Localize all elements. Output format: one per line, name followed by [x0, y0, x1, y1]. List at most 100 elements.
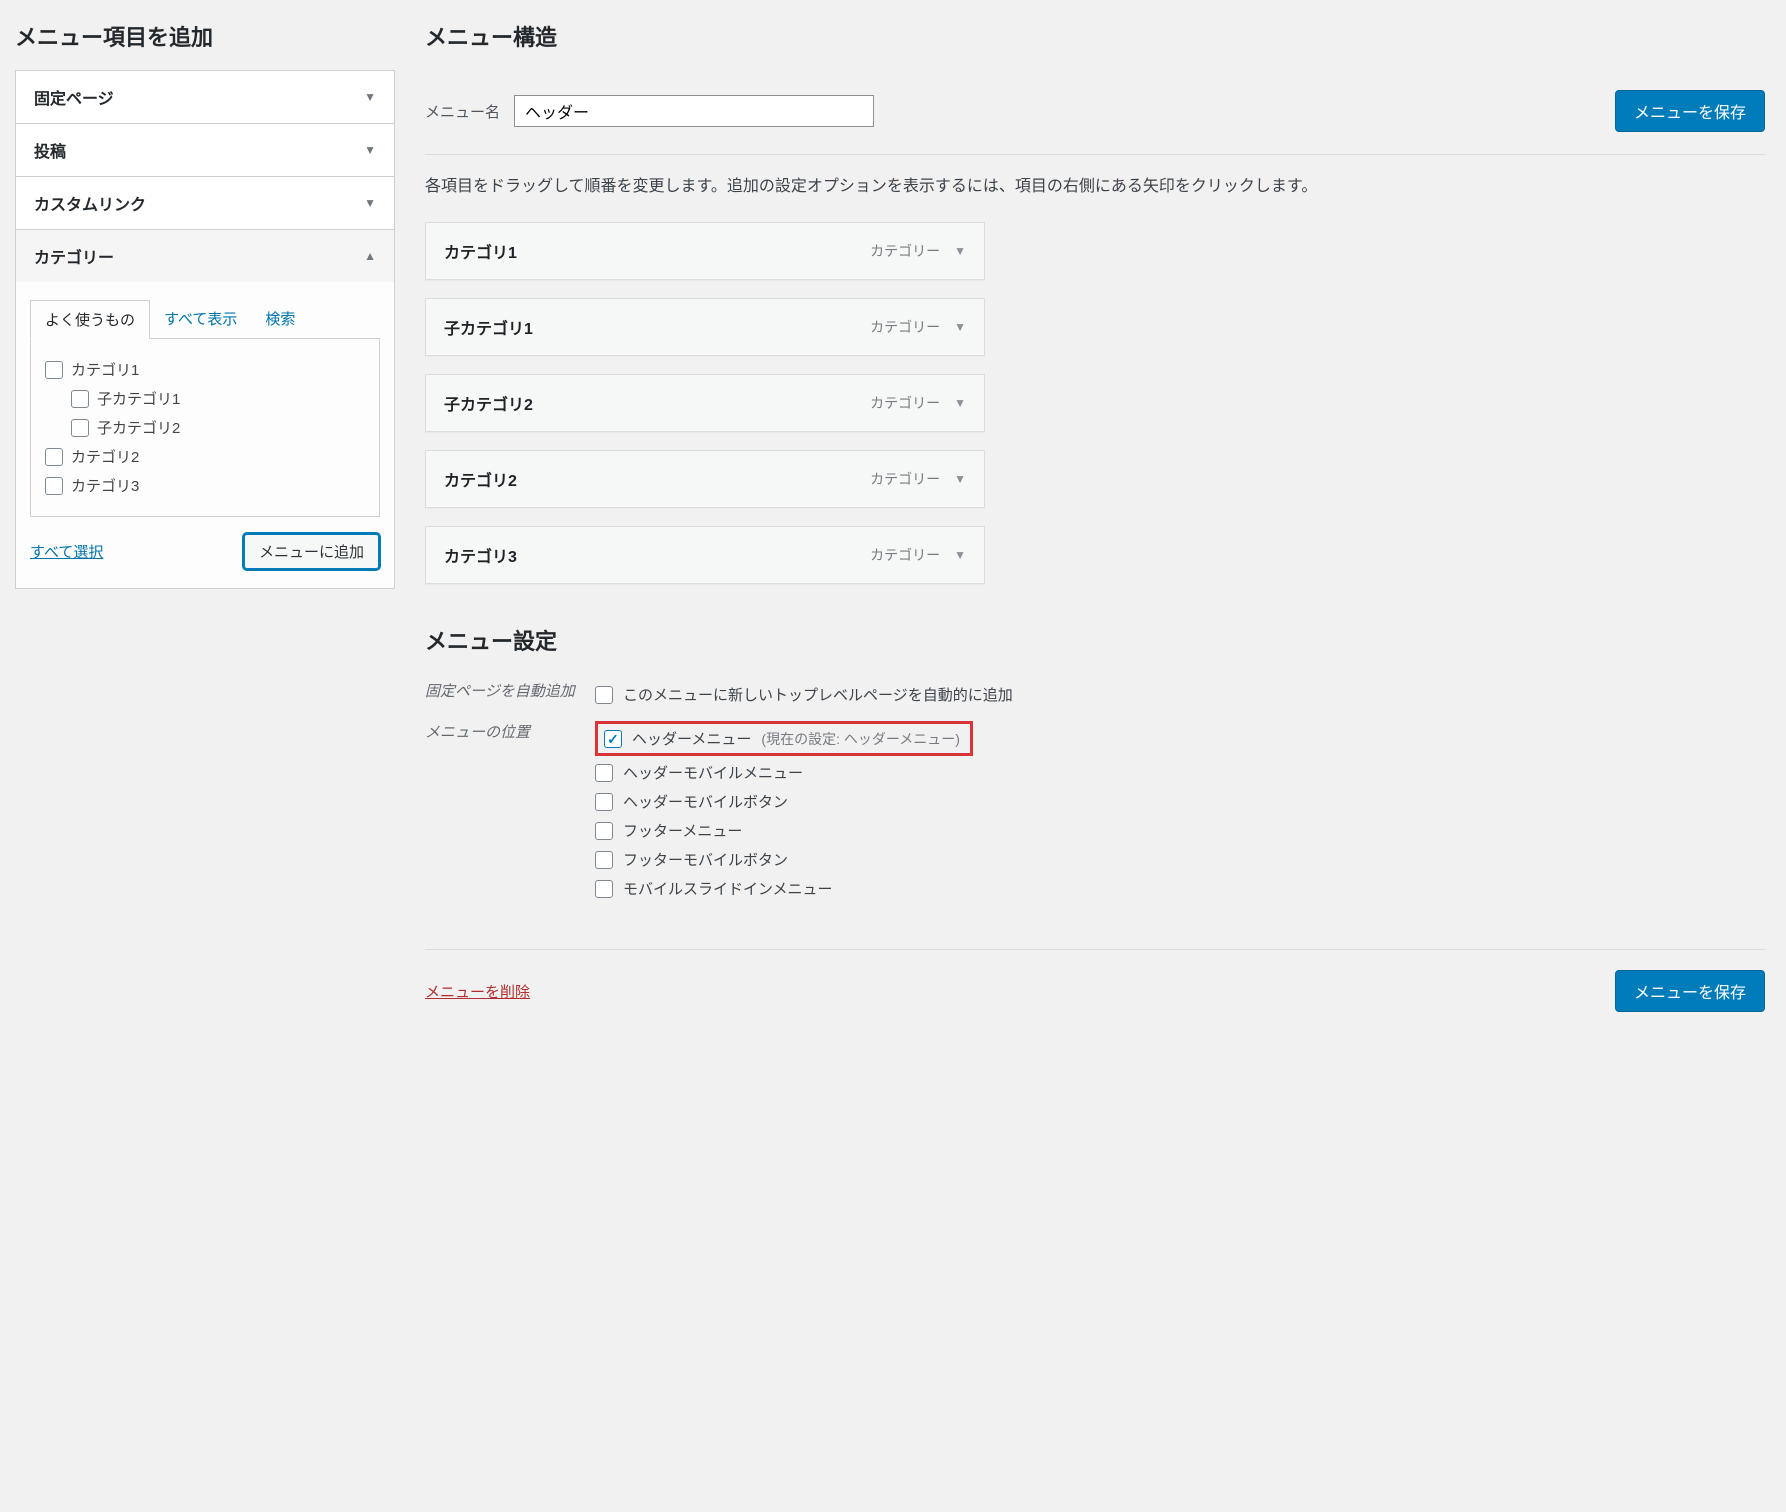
- menu-location-label-text: ヘッダーメニュー: [632, 728, 751, 749]
- metabox-categories: カテゴリー ▲ よく使うもの すべて表示 検索 カテゴリ1 子カテゴリ1 子カテゴリ…: [16, 230, 394, 588]
- menu-item-type: カテゴリー: [870, 469, 940, 489]
- category-checkbox[interactable]: [71, 390, 89, 408]
- menu-name-label: メニュー名: [425, 101, 500, 122]
- category-checkbox[interactable]: [71, 419, 89, 437]
- menu-location-label-text: フッターモバイルボタン: [623, 849, 788, 870]
- category-checklist-item: カテゴリ3: [45, 471, 365, 500]
- menu-location-label: メニューの位置: [425, 721, 575, 745]
- menu-item[interactable]: カテゴリ2 カテゴリー ▼: [425, 450, 985, 508]
- menu-item-title: 子カテゴリ1: [444, 315, 533, 339]
- metabox-pages-label: 固定ページ: [34, 85, 114, 109]
- category-checklist-label: カテゴリ2: [71, 446, 139, 467]
- menu-location-option: フッターモバイルボタン: [595, 845, 1765, 874]
- category-checklist-item: カテゴリ1: [45, 355, 365, 384]
- metabox-pages-header[interactable]: 固定ページ ▼: [16, 71, 394, 123]
- menu-item[interactable]: 子カテゴリ2 カテゴリー ▼: [425, 374, 985, 432]
- menu-location-label-text: ヘッダーモバイルメニュー: [623, 762, 803, 783]
- auto-add-checkbox[interactable]: [595, 686, 613, 704]
- metabox-posts-label: 投稿: [34, 138, 66, 162]
- chevron-down-icon[interactable]: ▼: [954, 396, 966, 410]
- menu-item[interactable]: カテゴリ1 カテゴリー ▼: [425, 222, 985, 280]
- menu-location-checkbox[interactable]: [595, 793, 613, 811]
- menu-structure-title: メニュー構造: [425, 20, 1765, 52]
- menu-item-title: 子カテゴリ2: [444, 391, 533, 415]
- add-menu-items-title: メニュー項目を追加: [15, 20, 395, 52]
- menu-location-option: ヘッダーモバイルボタン: [595, 787, 1765, 816]
- tab-most-used[interactable]: よく使うもの: [30, 300, 150, 339]
- category-checkbox[interactable]: [45, 448, 63, 466]
- menu-location-checkbox[interactable]: [595, 851, 613, 869]
- metabox-custom-links-label: カスタムリンク: [34, 191, 146, 215]
- chevron-down-icon: ▼: [364, 143, 376, 157]
- menu-location-option: ヘッダーメニュー (現在の設定: ヘッダーメニュー): [595, 721, 1765, 758]
- metabox-custom-links: カスタムリンク ▼: [16, 177, 394, 230]
- menu-item-type-wrap: カテゴリー ▼: [870, 545, 966, 565]
- auto-add-label: 固定ページを自動追加: [425, 680, 575, 704]
- menu-location-checkbox[interactable]: [604, 730, 622, 748]
- chevron-down-icon[interactable]: ▼: [954, 320, 966, 334]
- metabox-posts: 投稿 ▼: [16, 124, 394, 177]
- menu-item-type: カテゴリー: [870, 241, 940, 261]
- category-tabs: よく使うもの すべて表示 検索: [30, 300, 380, 339]
- auto-add-text: このメニューに新しいトップレベルページを自動的に追加: [623, 684, 1013, 705]
- menu-name-row: メニュー名 メニューを保存: [425, 70, 1765, 155]
- menu-item-type: カテゴリー: [870, 545, 940, 565]
- menu-settings-heading: メニュー設定: [425, 624, 1765, 656]
- chevron-down-icon[interactable]: ▼: [954, 472, 966, 486]
- menu-location-row: メニューの位置 ヘッダーメニュー (現在の設定: ヘッダーメニュー) ヘッダーモバ…: [425, 715, 1765, 909]
- tab-view-all[interactable]: すべて表示: [150, 300, 251, 339]
- category-checklist-item: カテゴリ2: [45, 442, 365, 471]
- bottom-bar: メニューを削除 メニューを保存: [425, 949, 1765, 1012]
- menu-location-label-text: モバイルスライドインメニュー: [623, 878, 833, 899]
- category-checklist-label: カテゴリ1: [71, 359, 139, 380]
- menu-location-note: (現在の設定: ヘッダーメニュー): [761, 729, 960, 749]
- menu-location-option: ヘッダーモバイルメニュー: [595, 758, 1765, 787]
- metabox-posts-header[interactable]: 投稿 ▼: [16, 124, 394, 176]
- menu-location-highlight: ヘッダーメニュー (現在の設定: ヘッダーメニュー): [595, 721, 973, 756]
- chevron-down-icon[interactable]: ▼: [954, 244, 966, 258]
- save-menu-button-bottom[interactable]: メニューを保存: [1615, 970, 1765, 1012]
- menu-item[interactable]: カテゴリ3 カテゴリー ▼: [425, 526, 985, 584]
- menu-item-type-wrap: カテゴリー ▼: [870, 393, 966, 413]
- menu-location-label-text: フッターメニュー: [623, 820, 742, 841]
- metabox-categories-label: カテゴリー: [34, 244, 114, 268]
- menu-item[interactable]: 子カテゴリ1 カテゴリー ▼: [425, 298, 985, 356]
- category-checkbox[interactable]: [45, 477, 63, 495]
- save-menu-button-top[interactable]: メニューを保存: [1615, 90, 1765, 132]
- metabox-holder: 固定ページ ▼ 投稿 ▼ カスタムリンク ▼ カテゴリー ▲: [15, 70, 395, 589]
- menu-location-option: モバイルスライドインメニュー: [595, 874, 1765, 903]
- metabox-custom-links-header[interactable]: カスタムリンク ▼: [16, 177, 394, 229]
- metabox-pages: 固定ページ ▼: [16, 71, 394, 124]
- menu-item-type-wrap: カテゴリー ▼: [870, 469, 966, 489]
- menu-item-title: カテゴリ3: [444, 543, 517, 567]
- chevron-down-icon[interactable]: ▼: [954, 548, 966, 562]
- metabox-categories-header[interactable]: カテゴリー ▲: [16, 230, 394, 282]
- chevron-down-icon: ▼: [364, 196, 376, 210]
- auto-add-row: 固定ページを自動追加 このメニューに新しいトップレベルページを自動的に追加: [425, 674, 1765, 715]
- category-checklist-item: 子カテゴリ1: [45, 384, 365, 413]
- menu-location-option: フッターメニュー: [595, 816, 1765, 845]
- category-checkbox[interactable]: [45, 361, 63, 379]
- menu-item-title: カテゴリ2: [444, 467, 517, 491]
- menu-item-type-wrap: カテゴリー ▼: [870, 317, 966, 337]
- menu-item-type-wrap: カテゴリー ▼: [870, 241, 966, 261]
- add-to-menu-button[interactable]: メニューに追加: [243, 533, 380, 570]
- drag-help-text: 各項目をドラッグして順番を変更します。追加の設定オプションを表示するには、項目の…: [425, 155, 1765, 222]
- select-all-link[interactable]: すべて選択: [30, 541, 103, 562]
- menu-location-checkbox[interactable]: [595, 764, 613, 782]
- delete-menu-link[interactable]: メニューを削除: [425, 981, 530, 1002]
- menu-location-checkbox[interactable]: [595, 880, 613, 898]
- tab-search[interactable]: 検索: [251, 300, 309, 339]
- category-checklist-item: 子カテゴリ2: [45, 413, 365, 442]
- category-checklist-label: 子カテゴリ2: [97, 417, 180, 438]
- menu-item-type: カテゴリー: [870, 317, 940, 337]
- menu-name-input[interactable]: [514, 95, 874, 127]
- menu-location-label-text: ヘッダーモバイルボタン: [623, 791, 788, 812]
- menu-item-type: カテゴリー: [870, 393, 940, 413]
- menu-item-title: カテゴリ1: [444, 239, 517, 263]
- menu-location-checkbox[interactable]: [595, 822, 613, 840]
- category-tabpanel: カテゴリ1 子カテゴリ1 子カテゴリ2 カテゴリ2 カテゴリ3: [30, 338, 380, 517]
- chevron-up-icon: ▲: [364, 249, 376, 263]
- category-checklist-label: 子カテゴリ1: [97, 388, 180, 409]
- category-checklist-label: カテゴリ3: [71, 475, 139, 496]
